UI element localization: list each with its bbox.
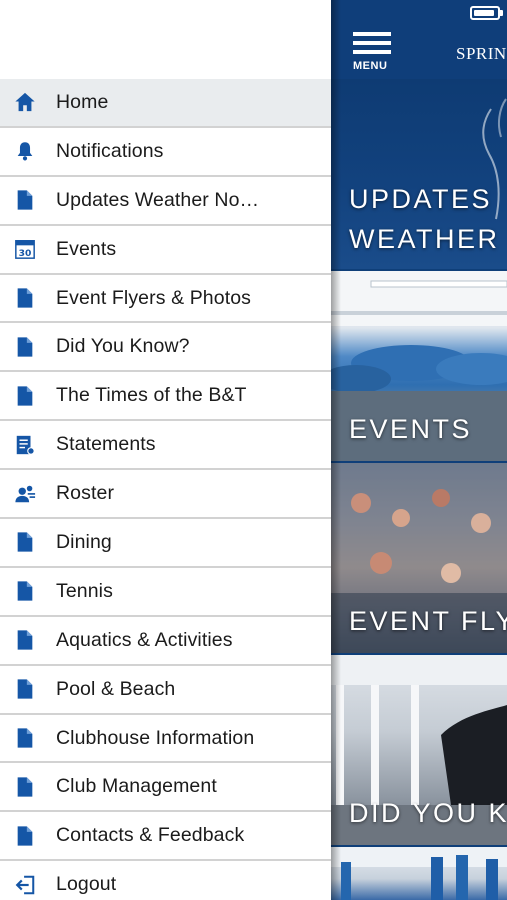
menu-item-label: Did You Know? — [56, 335, 190, 358]
tile-events[interactable]: EVENTS — [331, 271, 507, 461]
menu-item-label: Statements — [56, 433, 156, 456]
menu-item-home[interactable]: Home — [0, 79, 331, 128]
menu-item-pool-beach[interactable]: Pool & Beach — [0, 665, 331, 715]
page-icon — [13, 335, 37, 359]
menu-item-label: Aquatics & Activities — [56, 628, 233, 651]
menu-item-updates-weather[interactable]: Updates Weather No… — [0, 176, 331, 226]
navigation-drawer: Home Notifications Updates Weather No… 3… — [0, 0, 331, 900]
page-icon — [13, 775, 37, 799]
page-icon — [13, 824, 37, 848]
menu-button-label: MENU — [353, 60, 388, 72]
tile-pool[interactable] — [331, 847, 507, 900]
menu-item-did-you-know[interactable]: Did You Know? — [0, 323, 331, 373]
calendar-icon: 30 — [13, 237, 37, 261]
top-bar: MENU SPRIN — [331, 0, 507, 79]
menu-item-clubhouse-info[interactable]: Clubhouse Information — [0, 714, 331, 764]
battery-icon — [470, 6, 503, 20]
drawer-header — [0, 0, 331, 79]
menu-button[interactable]: MENU — [353, 32, 393, 72]
menu-item-label: Club Management — [56, 775, 217, 798]
main-content: MENU SPRIN UPDATES WEATHER EVENTS EVENT … — [331, 0, 507, 900]
menu-item-label: Notifications — [56, 139, 164, 162]
menu-item-club-management[interactable]: Club Management — [0, 763, 331, 813]
menu-item-logout[interactable]: Logout — [0, 861, 331, 900]
page-icon — [13, 286, 37, 310]
menu-item-label: Pool & Beach — [56, 677, 176, 700]
menu-item-label: Updates Weather No… — [56, 188, 260, 211]
menu-item-label: Clubhouse Information — [56, 726, 255, 749]
menu-item-label: Logout — [56, 873, 117, 896]
tile-label: EVENT FLY — [349, 606, 507, 636]
tile-did-you-know[interactable]: DID YOU K — [331, 655, 507, 845]
tile-label-line1: UPDATES — [349, 184, 493, 214]
menu-item-event-flyers[interactable]: Event Flyers & Photos — [0, 274, 331, 324]
menu-item-dining[interactable]: Dining — [0, 519, 331, 568]
menu-item-notifications[interactable]: Notifications — [0, 127, 331, 177]
menu-item-tennis[interactable]: Tennis — [0, 567, 331, 617]
hamburger-icon — [353, 32, 391, 36]
page-icon — [13, 628, 37, 652]
menu-item-aquatics[interactable]: Aquatics & Activities — [0, 616, 331, 666]
drawer-menu-list: Home Notifications Updates Weather No… 3… — [0, 79, 331, 900]
tile-label: DID YOU K — [349, 798, 507, 828]
menu-item-label: Roster — [56, 482, 115, 505]
page-icon — [13, 726, 37, 750]
menu-item-contacts-feedback[interactable]: Contacts & Feedback — [0, 812, 331, 862]
menu-item-label: Event Flyers & Photos — [56, 286, 252, 309]
page-icon — [13, 188, 37, 212]
tile-updates-weather[interactable]: UPDATES WEATHER — [331, 79, 507, 269]
page-icon — [13, 384, 37, 408]
page-icon — [13, 530, 37, 554]
tile-label: EVENTS — [349, 414, 473, 444]
statement-icon — [13, 433, 37, 457]
calendar-day: 30 — [19, 248, 32, 259]
home-icon — [13, 90, 37, 114]
menu-item-times-of-bt[interactable]: The Times of the B&T — [0, 372, 331, 422]
bell-icon — [13, 139, 37, 163]
roster-icon — [13, 482, 37, 506]
menu-item-label: Home — [56, 90, 109, 113]
menu-item-label: The Times of the B&T — [56, 384, 247, 407]
menu-item-label: Contacts & Feedback — [56, 824, 245, 847]
app-title: SPRIN — [456, 44, 507, 63]
menu-item-statements[interactable]: Statements — [0, 421, 331, 471]
page-icon — [13, 677, 37, 701]
logout-icon — [13, 873, 37, 897]
menu-item-roster[interactable]: Roster — [0, 470, 331, 520]
menu-item-label: Tennis — [56, 579, 113, 602]
menu-item-label: Dining — [56, 530, 112, 553]
tile-event-flyers[interactable]: EVENT FLY — [331, 463, 507, 653]
menu-item-label: Events — [56, 237, 117, 260]
menu-item-events[interactable]: 30 Events — [0, 225, 331, 275]
tile-label-line2: WEATHER — [349, 224, 500, 254]
page-icon — [13, 579, 37, 603]
tile-photo — [331, 847, 507, 900]
